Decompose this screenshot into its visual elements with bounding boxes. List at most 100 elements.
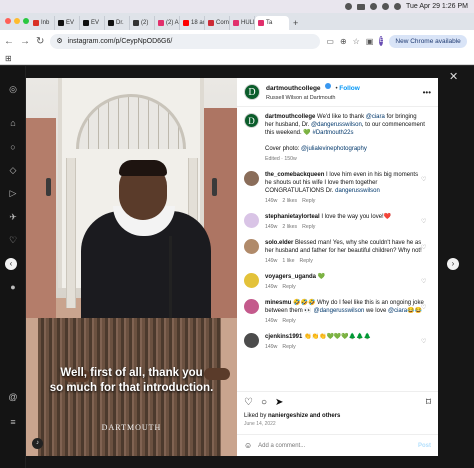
- home-icon[interactable]: ⌂: [8, 118, 18, 128]
- menu-bar-clock[interactable]: Tue Apr 29 1:26 PM: [406, 3, 468, 10]
- browser-tab[interactable]: HULR: [230, 16, 255, 30]
- browser-tab[interactable]: EV: [80, 16, 105, 30]
- search-icon[interactable]: [382, 3, 389, 10]
- profile-avatar[interactable]: E: [379, 36, 384, 46]
- commenter-username[interactable]: minesmu: [265, 300, 291, 306]
- liked-by: Liked by naniergeshize and others: [244, 413, 431, 419]
- mention-link[interactable]: dangerusswilson: [335, 188, 380, 194]
- reply-button[interactable]: Reply: [302, 198, 315, 204]
- reels-icon[interactable]: ▷: [8, 188, 18, 198]
- browser-tab[interactable]: Corne: [205, 16, 230, 30]
- share-icon[interactable]: ➤: [275, 397, 283, 408]
- battery-icon[interactable]: [357, 3, 365, 10]
- apps-grid-icon[interactable]: ⊞: [5, 54, 12, 63]
- zoom-icon[interactable]: ⊕: [340, 37, 347, 46]
- follow-button[interactable]: Follow: [339, 85, 360, 92]
- cast-icon[interactable]: ▭: [326, 37, 334, 46]
- address-bar[interactable]: ⚙ instagram.com/p/CeypNpOD6G6/: [50, 33, 321, 49]
- reply-button[interactable]: Reply: [300, 258, 313, 264]
- comment-like-heart-icon[interactable]: ♡: [421, 244, 426, 251]
- browser-tab[interactable]: Dr.: [105, 16, 130, 30]
- browser-tab[interactable]: (2) AP: [155, 16, 180, 30]
- close-modal-icon[interactable]: ✕: [449, 70, 458, 83]
- photo-credit-link[interactable]: @julialevinephotography: [301, 146, 367, 152]
- commenter-avatar[interactable]: [244, 239, 259, 254]
- more-menu-icon[interactable]: ≡: [8, 417, 18, 427]
- add-comment-input[interactable]: Add a comment...: [258, 443, 305, 449]
- reply-button[interactable]: Reply: [282, 344, 295, 350]
- control-center-icon[interactable]: [394, 3, 401, 10]
- comment-like-heart-icon[interactable]: ♡: [421, 304, 426, 311]
- new-chrome-available-button[interactable]: New Chrome available: [389, 34, 467, 48]
- commenter-avatar[interactable]: [244, 213, 259, 228]
- browser-tab[interactable]: (2): [130, 16, 155, 30]
- account-avatar[interactable]: D: [244, 84, 260, 100]
- post-location[interactable]: Russell Wilson at Dartmouth: [266, 94, 417, 103]
- mention-link[interactable]: @ciara: [366, 114, 385, 120]
- messages-icon[interactable]: ✈: [8, 212, 18, 222]
- reply-button[interactable]: Reply: [282, 284, 295, 290]
- reply-button[interactable]: Reply: [282, 318, 295, 324]
- reply-button[interactable]: Reply: [302, 224, 315, 230]
- previous-post-arrow-icon[interactable]: ‹: [5, 258, 17, 270]
- account-username[interactable]: dartmouthcollege: [266, 85, 321, 92]
- liked-by-user[interactable]: naniergeshize: [268, 413, 308, 419]
- zoom-window-button[interactable]: [23, 18, 29, 24]
- commenter-username[interactable]: stephanietaylorteal: [265, 214, 320, 220]
- comment-like-heart-icon[interactable]: ♡: [421, 176, 426, 183]
- emoji-icon[interactable]: ☺: [244, 441, 252, 450]
- commenter-username[interactable]: voyagers_uganda: [265, 274, 316, 280]
- mention-link[interactable]: @ciara: [388, 308, 407, 314]
- liked-by-others[interactable]: and others: [308, 413, 341, 419]
- search-icon[interactable]: ○: [8, 142, 18, 152]
- commenter-avatar[interactable]: [244, 333, 259, 348]
- reload-button[interactable]: ↻: [36, 36, 44, 47]
- notifications-heart-icon[interactable]: ♡: [8, 235, 18, 245]
- explore-icon[interactable]: ◇: [8, 165, 18, 175]
- commenter-username[interactable]: solo.elder: [265, 240, 293, 246]
- like-heart-icon[interactable]: ♡: [244, 397, 253, 408]
- commenter-avatar[interactable]: [244, 171, 259, 186]
- commenter-username[interactable]: the_comebackqueen: [265, 172, 324, 178]
- comments-list[interactable]: D dartmouthcollege We'd like to thank @c…: [237, 107, 438, 393]
- post-comment-button[interactable]: Post: [418, 443, 431, 449]
- comment-like-heart-icon[interactable]: ♡: [421, 278, 426, 285]
- commenter-avatar[interactable]: [244, 273, 259, 288]
- status-icon[interactable]: [345, 3, 352, 10]
- comment-icon[interactable]: ○: [261, 397, 267, 408]
- profile-icon[interactable]: ●: [8, 282, 18, 292]
- comment-likes-count[interactable]: 2 likes: [282, 198, 297, 204]
- site-info-icon[interactable]: ⚙: [56, 37, 62, 45]
- audio-toggle-icon[interactable]: ♪: [32, 438, 43, 449]
- comment-like-heart-icon[interactable]: ♡: [421, 338, 426, 345]
- comment-like-heart-icon[interactable]: ♡: [421, 218, 426, 225]
- browser-tab[interactable]: Inb: [30, 16, 55, 30]
- minimize-window-button[interactable]: [14, 18, 20, 24]
- forward-button[interactable]: →: [20, 36, 30, 47]
- next-post-arrow-icon[interactable]: ›: [447, 258, 459, 270]
- hashtag-link[interactable]: #Dartmouth22s: [313, 130, 354, 136]
- threads-icon[interactable]: @: [8, 392, 18, 402]
- instagram-logo-icon[interactable]: ◎: [8, 84, 18, 94]
- comment-likes-count[interactable]: 2 likes: [282, 224, 297, 230]
- wifi-icon[interactable]: [370, 3, 377, 10]
- more-options-icon[interactable]: •••: [423, 88, 431, 97]
- tab-favicon-icon: [208, 20, 214, 26]
- commenter-username[interactable]: cjenkins1991: [265, 334, 302, 340]
- caption-avatar[interactable]: D: [244, 113, 259, 128]
- back-button[interactable]: ←: [4, 36, 14, 47]
- post-video[interactable]: Well, first of all, thank you so much fo…: [26, 78, 237, 456]
- extensions-icon[interactable]: ▣: [366, 37, 374, 46]
- mention-link[interactable]: @dangerusswilson: [314, 308, 365, 314]
- new-tab-button[interactable]: +: [293, 16, 298, 30]
- browser-tab[interactable]: EV: [55, 16, 80, 30]
- commenter-avatar[interactable]: [244, 299, 259, 314]
- comment-likes-count[interactable]: 1 like: [282, 258, 294, 264]
- caption-username[interactable]: dartmouthcollege: [265, 114, 315, 120]
- browser-tab[interactable]: Ta: [255, 16, 289, 30]
- mention-link[interactable]: @dangerusswilson: [311, 122, 362, 128]
- save-bookmark-icon[interactable]: ⌑: [426, 397, 431, 408]
- browser-tab[interactable]: 18 acc: [180, 16, 205, 30]
- close-window-button[interactable]: [5, 18, 11, 24]
- bookmark-star-icon[interactable]: ☆: [353, 37, 360, 46]
